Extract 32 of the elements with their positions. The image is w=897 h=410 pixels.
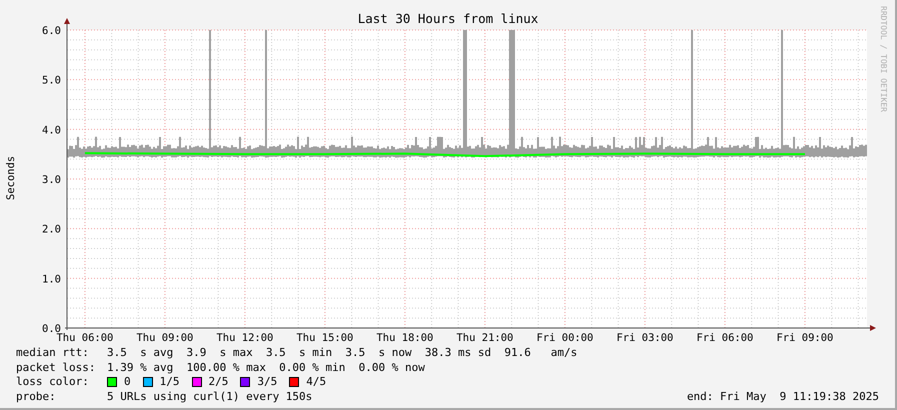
graph-title: Last 30 Hours from linux (358, 11, 538, 26)
x-tick-label: Thu 12:00 (216, 332, 274, 342)
legend-values: 1.39 % avg 100.00 % max 0.00 % min 0.00 % now (107, 360, 425, 375)
x-tick-label: Thu 21:00 (456, 332, 514, 342)
legend-label: packet loss: (16, 360, 96, 375)
end-time: end: Fri May 9 11:19:38 2025 (686, 390, 879, 404)
y-tick-label: 4.0 (42, 124, 61, 136)
y-tick-label: 3.0 (42, 174, 61, 186)
y-axis-label: Seconds (5, 156, 17, 200)
legend-label: loss color: (16, 375, 90, 390)
x-tick-label: Fri 06:00 (696, 332, 754, 342)
x-tick-label: Thu 09:00 (136, 332, 194, 342)
swatch-label: 4/5 (306, 375, 326, 390)
x-tick-label: Fri 03:00 (616, 332, 674, 342)
watermark-text: RRDTOOL / TOBI OETIKER (878, 6, 888, 112)
y-tick-label: 2.0 (42, 224, 61, 236)
legend-label: probe: (16, 390, 57, 404)
swatch-label: 2/5 (208, 375, 228, 390)
x-tick-label: Fri 00:00 (536, 332, 594, 342)
x-tick-label: Thu 06:00 (56, 332, 114, 342)
swatch-label: 0 (124, 375, 131, 390)
legend-values: 5 URLs using curl(1) every 150s (107, 390, 312, 404)
legend-label: median rtt: (16, 346, 90, 360)
swatch-label: 1/5 (160, 375, 180, 390)
y-tick-label: 5.0 (42, 74, 61, 87)
swatch-label: 3/5 (257, 375, 278, 390)
y-tick-label: 1.0 (42, 273, 61, 286)
legend-values: 3.5 s avg 3.9 s max 3.5 s min 3.5 s now 38.3 ms sd 91.6 am/s (107, 346, 578, 360)
y-tick-label: 6.0 (42, 25, 61, 37)
x-tick-label: Fri 09:00 (776, 332, 834, 342)
x-tick-label: Thu 18:00 (376, 332, 434, 342)
x-tick-label: Thu 15:00 (296, 332, 354, 342)
